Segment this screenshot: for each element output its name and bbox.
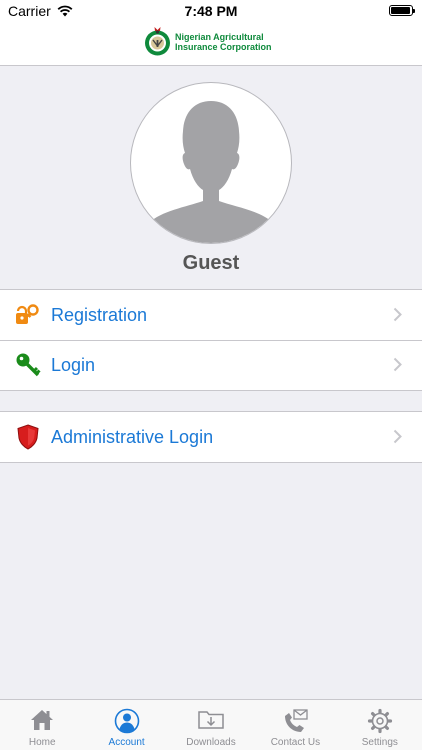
registration-row[interactable]: Registration <box>0 290 422 340</box>
profile-name: Guest <box>182 252 240 274</box>
battery-level <box>391 7 410 14</box>
tab-home[interactable]: Home <box>0 700 84 750</box>
status-time: 7:48 PM <box>184 3 238 19</box>
login-label: Login <box>51 354 96 375</box>
chevron-right-icon <box>393 307 402 322</box>
admin-group: Administrative Login <box>0 411 422 463</box>
status-bar: Carrier 7:48 PM <box>0 0 422 22</box>
user-silhouette-icon <box>149 101 273 243</box>
tab-home-label: Home <box>28 737 56 748</box>
logo-line-1: Nigerian Agricultural <box>175 31 264 42</box>
shield-icon <box>14 423 42 451</box>
tab-settings-label: Settings <box>361 737 398 748</box>
battery-icon <box>389 5 415 16</box>
key-icon <box>14 351 42 379</box>
home-icon <box>31 710 54 730</box>
account-icon <box>114 708 139 734</box>
naic-logo: Nigerian Agricultural Insurance Corporat… <box>144 26 272 57</box>
nav-bar: Nigerian Agricultural Insurance Corporat… <box>0 22 422 66</box>
download-folder-icon <box>198 711 224 729</box>
key-lock-icon <box>14 301 42 329</box>
registration-label: Registration <box>51 304 148 325</box>
tab-bar: Home Account Downloads Contact Us Settin… <box>0 699 422 750</box>
tab-account[interactable]: Account <box>84 700 168 750</box>
contact-phone-mail-icon <box>285 709 309 732</box>
admin-login-label: Administrative Login <box>51 426 214 447</box>
chevron-right-icon <box>393 357 402 372</box>
naic-emblem-icon <box>145 27 170 56</box>
account-actions-group: Registration Login <box>0 289 422 391</box>
avatar <box>130 82 292 244</box>
login-row[interactable]: Login <box>0 340 422 390</box>
tab-settings[interactable]: Settings <box>338 700 422 750</box>
tab-contact-us[interactable]: Contact Us <box>253 700 337 750</box>
logo-line-2: Insurance Corporation <box>175 41 272 52</box>
tab-account-label: Account <box>108 737 145 748</box>
tab-downloads-label: Downloads <box>186 737 236 748</box>
tab-downloads[interactable]: Downloads <box>169 700 253 750</box>
admin-login-row[interactable]: Administrative Login <box>0 412 422 462</box>
chevron-right-icon <box>393 429 402 444</box>
gear-icon <box>367 708 392 734</box>
tab-contact-label: Contact Us <box>270 737 321 748</box>
